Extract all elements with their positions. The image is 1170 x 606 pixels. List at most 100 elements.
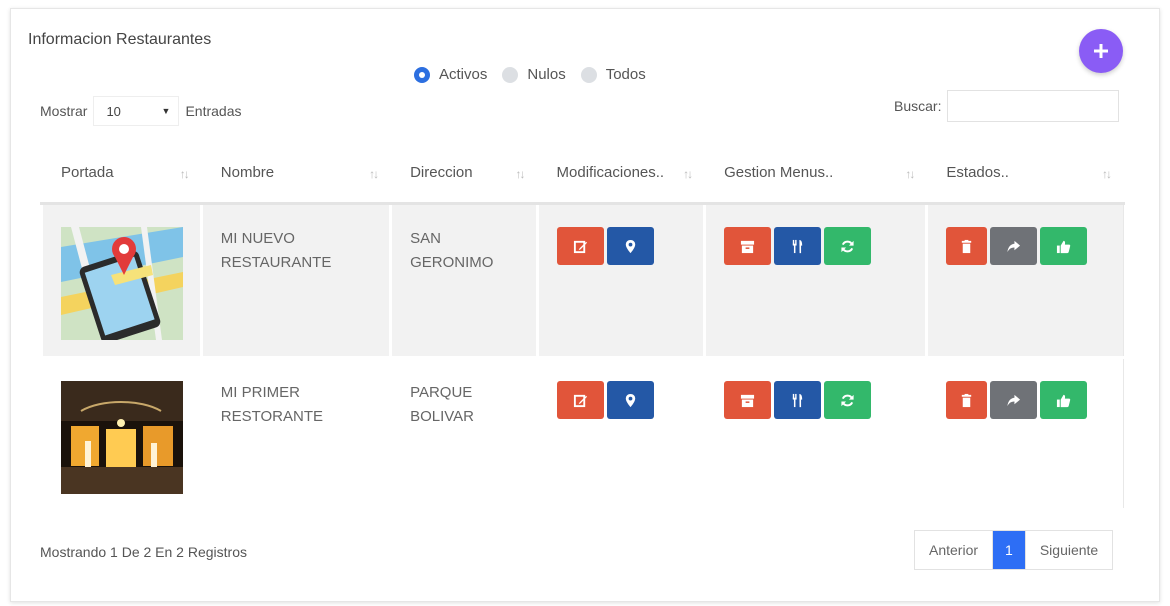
- sort-icon: ↑↓: [905, 167, 915, 181]
- refresh-button[interactable]: [824, 381, 872, 419]
- column-header-gestion-menus[interactable]: Gestion Menus.. ↑↓: [703, 140, 929, 205]
- modificaciones-cell: [535, 202, 706, 359]
- search-label: Buscar:: [894, 98, 942, 114]
- sort-icon: ↑↓: [515, 167, 526, 181]
- location-button[interactable]: [606, 381, 654, 419]
- estados-cell: [925, 356, 1124, 511]
- share-icon: [1007, 394, 1021, 406]
- edit-button[interactable]: [556, 381, 604, 419]
- name-line: MI PRIMER: [220, 384, 300, 401]
- name-line: RESTAURANTE: [220, 254, 332, 271]
- menu-button[interactable]: [774, 227, 822, 265]
- column-header-label: Gestion Menus..: [724, 164, 834, 181]
- entries-select-value: 10: [106, 103, 121, 119]
- map-marker-icon: [625, 239, 635, 253]
- menu-button[interactable]: [774, 381, 822, 419]
- name-line: MI NUEVO: [220, 230, 295, 247]
- trash-icon: [962, 393, 972, 407]
- column-header-direccion[interactable]: Direccion ↑↓: [389, 140, 539, 205]
- pagination-previous[interactable]: Anterior: [915, 531, 993, 569]
- edit-button[interactable]: [556, 227, 604, 265]
- refresh-icon: [841, 240, 854, 252]
- column-header-nombre[interactable]: Nombre ↑↓: [199, 140, 393, 205]
- sort-icon: ↑↓: [369, 167, 379, 181]
- sort-icon: ↑↓: [1102, 167, 1112, 181]
- add-restaurant-button[interactable]: [1079, 29, 1123, 73]
- pagination-page-1[interactable]: 1: [992, 531, 1025, 569]
- refresh-icon: [841, 394, 854, 406]
- filter-todos-label: Todos: [605, 66, 646, 83]
- approve-button[interactable]: [1040, 381, 1088, 419]
- filter-nulos-label: Nulos: [527, 66, 566, 83]
- archive-icon: [741, 240, 755, 253]
- column-header-portada[interactable]: Portada ↑↓: [40, 140, 203, 205]
- map-marker-icon: [625, 393, 635, 407]
- trash-icon: [962, 239, 972, 253]
- cover-cell: [40, 356, 202, 511]
- filter-activos[interactable]: Activos: [414, 66, 487, 83]
- search-control: Buscar:: [894, 90, 1120, 122]
- sort-icon: ↑↓: [179, 167, 190, 181]
- gestion-menus-cell: [703, 202, 928, 359]
- cutlery-icon: [792, 393, 803, 407]
- location-button[interactable]: [606, 227, 654, 265]
- share-button[interactable]: [990, 227, 1038, 265]
- address-cell: SAN GERONIMO: [389, 202, 538, 359]
- filter-activos-label: Activos: [439, 66, 488, 83]
- share-icon: [1007, 240, 1021, 252]
- archive-button[interactable]: [724, 227, 772, 265]
- column-header-label: Estados..: [946, 164, 1009, 181]
- sort-icon: ↑↓: [683, 167, 693, 181]
- entries-select[interactable]: 10 ▼: [93, 96, 180, 126]
- approve-button[interactable]: [1040, 227, 1088, 265]
- column-header-label: Portada: [61, 164, 114, 181]
- plus-icon: [1094, 44, 1108, 58]
- radio-nulos[interactable]: [502, 66, 519, 83]
- page-title: Informacion Restaurantes: [28, 31, 212, 48]
- length-suffix: Entradas: [185, 103, 242, 119]
- filter-nulos[interactable]: Nulos: [502, 66, 566, 83]
- status-filter: Activos Nulos Todos: [414, 66, 651, 83]
- radio-todos[interactable]: [580, 66, 597, 83]
- thumbs-up-icon: [1057, 240, 1071, 253]
- table-row: MI PRIMER RESTORANTE PARQUE BOLIVAR: [40, 356, 1124, 511]
- address-line: BOLIVAR: [410, 408, 474, 425]
- restaurant-cover-image: [61, 227, 183, 340]
- column-header-modificaciones[interactable]: Modificaciones.. ↑↓: [535, 140, 707, 205]
- table-row: MI NUEVO RESTAURANTE SAN GERONIMO: [40, 202, 1124, 359]
- estados-cell: [925, 202, 1124, 359]
- address-cell: PARQUE BOLIVAR: [389, 356, 538, 511]
- refresh-button[interactable]: [824, 227, 872, 265]
- search-input[interactable]: [947, 90, 1120, 122]
- radio-activos[interactable]: [414, 66, 430, 83]
- edit-icon: [573, 394, 587, 407]
- name-cell: MI PRIMER RESTORANTE: [199, 356, 392, 511]
- share-button[interactable]: [990, 381, 1038, 419]
- pagination-next[interactable]: Siguiente: [1024, 531, 1113, 569]
- edit-icon: [573, 240, 587, 253]
- column-header-estados[interactable]: Estados.. ↑↓: [925, 140, 1125, 205]
- address-line: SAN: [410, 230, 441, 247]
- filter-todos[interactable]: Todos: [580, 66, 646, 83]
- length-prefix: Mostrar: [40, 103, 88, 119]
- name-line: RESTORANTE: [220, 408, 324, 425]
- pagination: Anterior 1 Siguiente: [914, 530, 1114, 570]
- entries-length: Mostrar 10 ▼ Entradas: [40, 96, 242, 126]
- archive-button[interactable]: [724, 381, 772, 419]
- delete-button[interactable]: [946, 227, 988, 265]
- column-header-label: Modificaciones..: [556, 164, 665, 181]
- table-info: Mostrando 1 De 2 En 2 Registros: [40, 544, 247, 560]
- cover-cell: [40, 202, 202, 359]
- restaurants-table: Portada ↑↓ Nombre ↑↓ Direccion ↑↓ Modificac…: [40, 140, 1125, 511]
- restaurant-cover-image: [61, 381, 183, 494]
- gestion-menus-cell: [703, 356, 928, 511]
- column-header-label: Direccion: [410, 164, 473, 181]
- address-line: PARQUE: [410, 384, 473, 401]
- column-header-label: Nombre: [220, 164, 275, 181]
- caret-down-icon: ▼: [161, 106, 171, 116]
- cutlery-icon: [792, 239, 803, 253]
- modificaciones-cell: [535, 356, 706, 511]
- name-cell: MI NUEVO RESTAURANTE: [199, 202, 392, 359]
- delete-button[interactable]: [946, 381, 988, 419]
- archive-icon: [741, 394, 755, 407]
